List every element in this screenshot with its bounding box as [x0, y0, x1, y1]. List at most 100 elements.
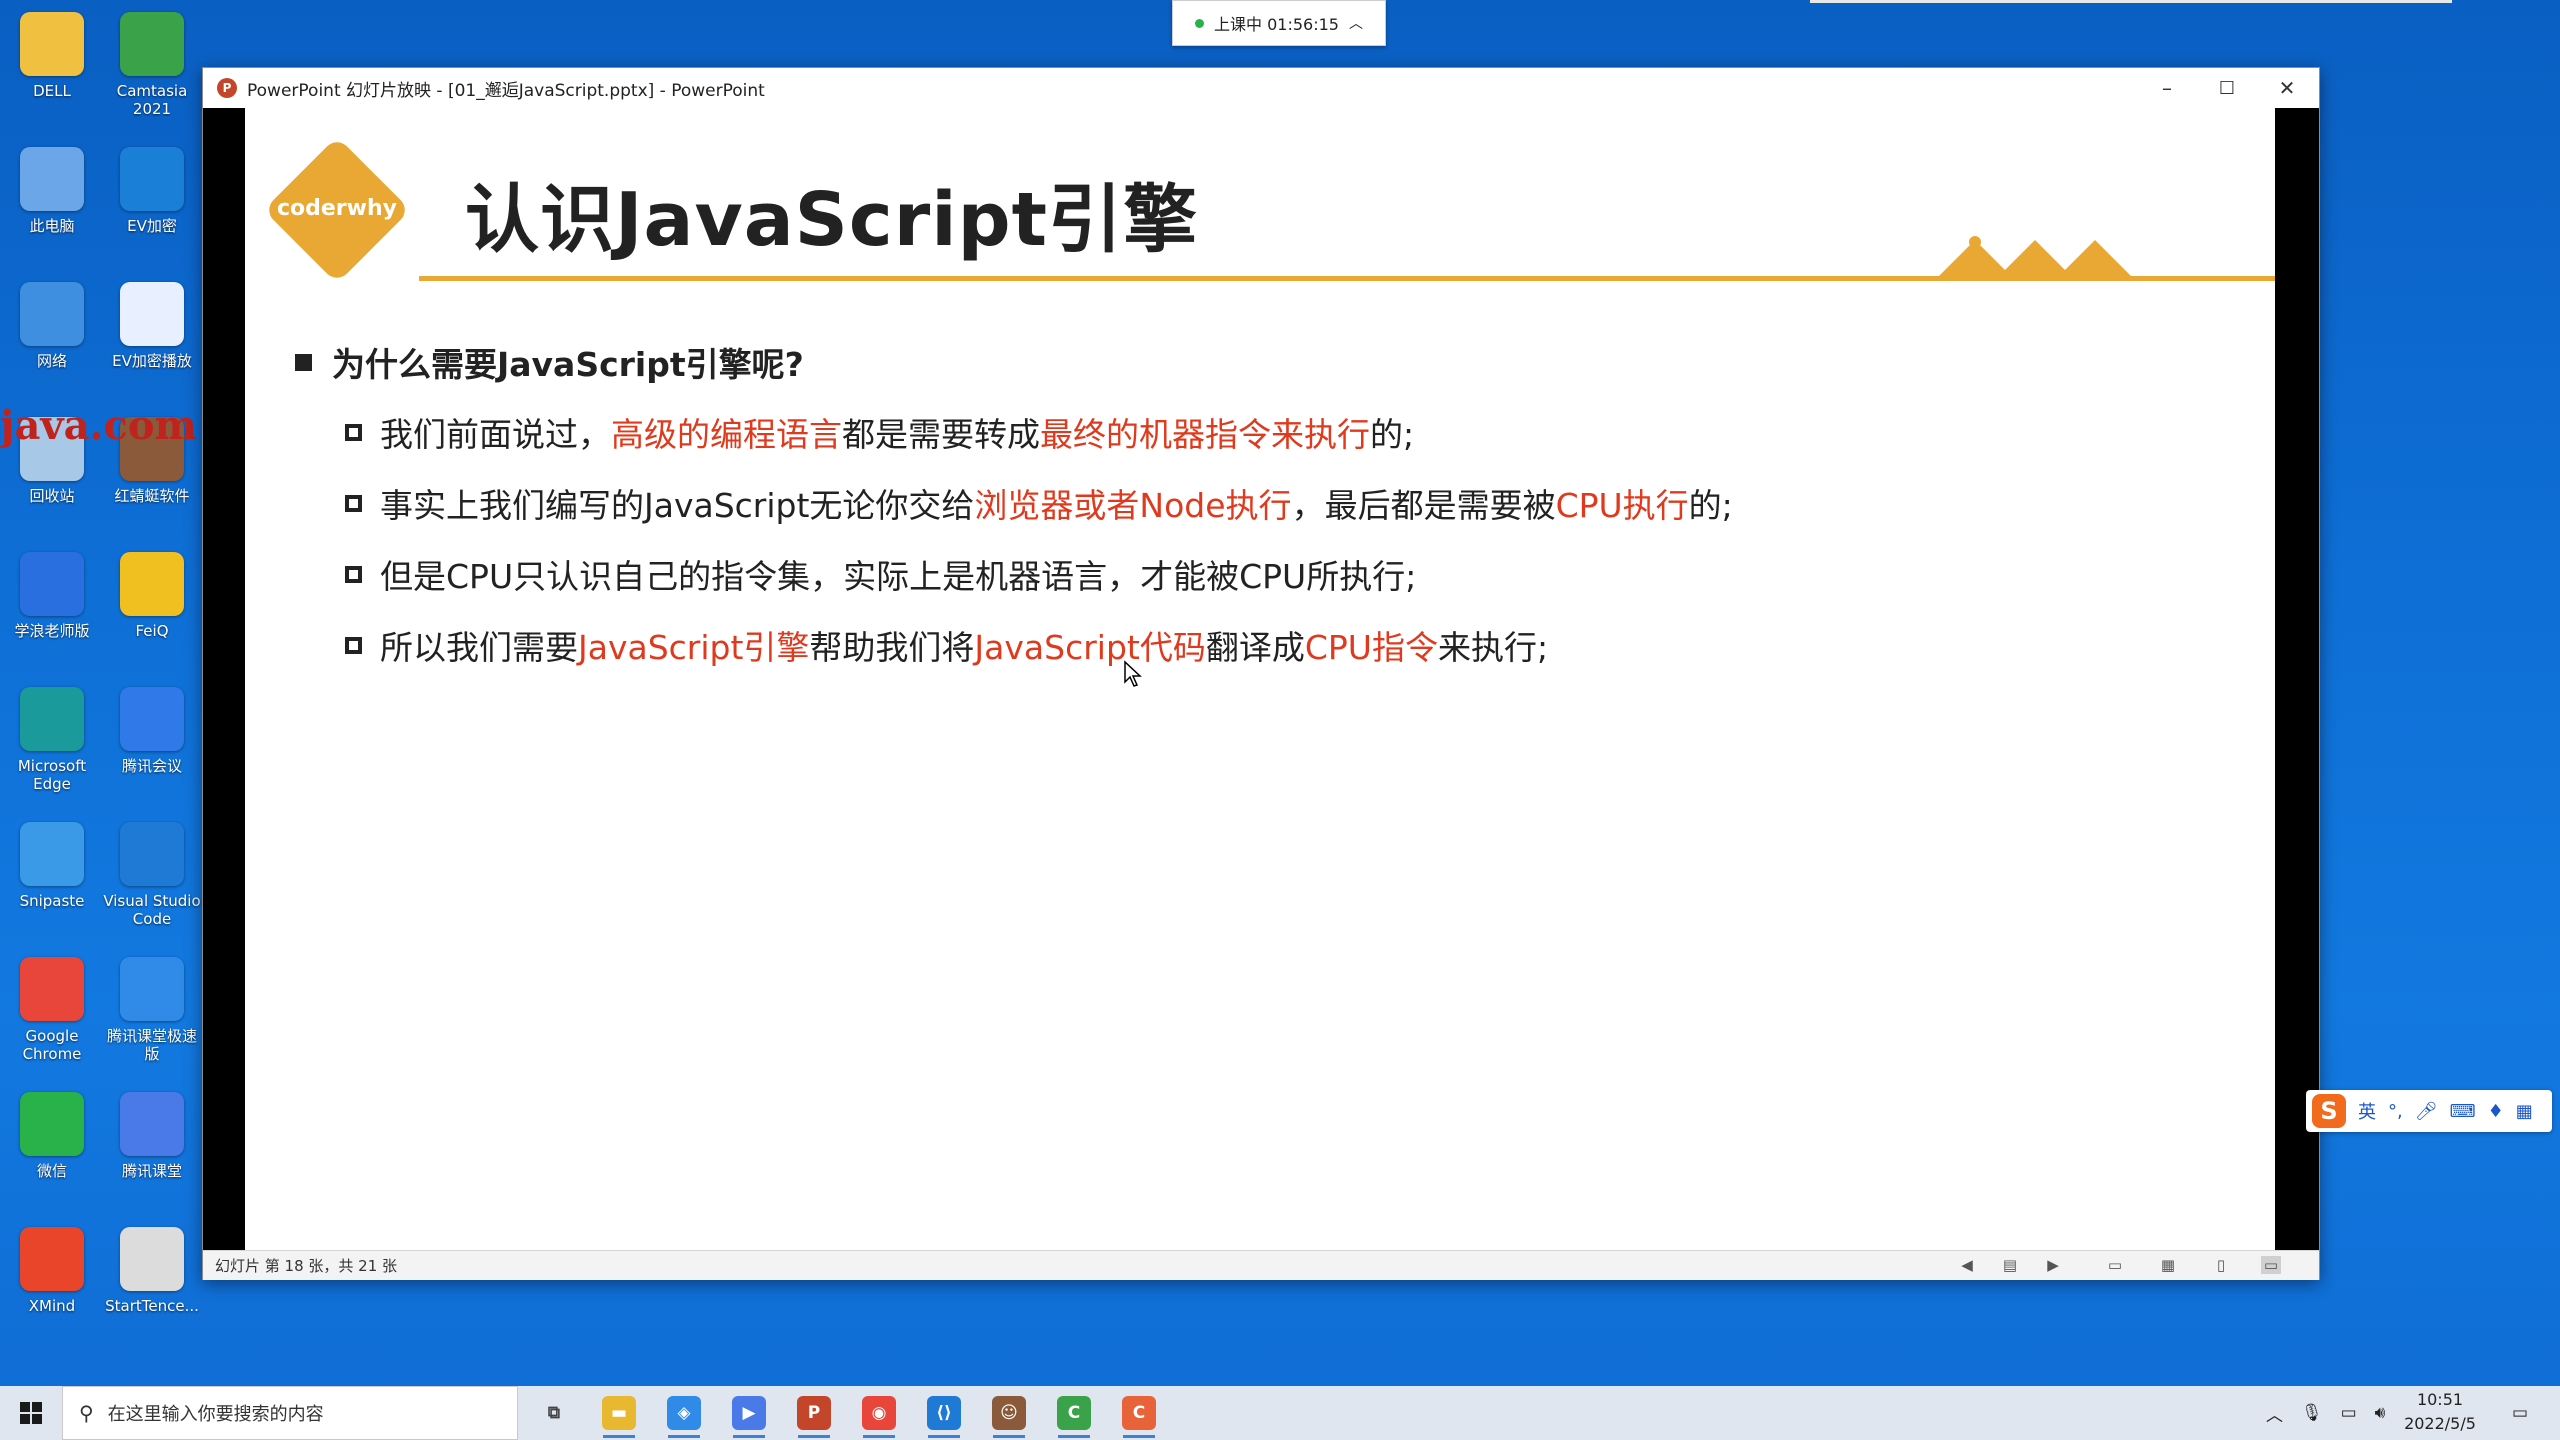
- bullet-text: 来执行;: [1437, 628, 1549, 667]
- start-tencent-icon: [120, 1227, 184, 1291]
- desktop-shortcut[interactable]: 腾讯课堂: [100, 1084, 204, 1180]
- question-text: 为什么需要JavaScript引擎呢?: [332, 345, 804, 384]
- taskbar: ⚲ 在这里输入你要搜索的内容: [0, 1386, 2560, 1440]
- chrome-icon: ◉: [862, 1396, 896, 1430]
- toolbox-icon[interactable]: ▦: [2516, 1101, 2533, 1122]
- taskbar-app-camtasia-recorder[interactable]: C: [1117, 1391, 1161, 1438]
- taskbar-search-box[interactable]: ⚲ 在这里输入你要搜索的内容: [62, 1386, 518, 1440]
- window-titlebar[interactable]: P PowerPoint 幻灯片放映 - [01_邂逅JavaScript.pp…: [203, 68, 2319, 108]
- slide-canvas[interactable]: coderwhy 认识JavaScript引擎 为什么需要JavaScript引…: [245, 108, 2275, 1250]
- mountain-decoration-icon: [1935, 236, 2135, 280]
- desktop-shortcut[interactable]: EV加密: [100, 139, 204, 235]
- desktop-shortcut[interactable]: EV加密播放: [100, 274, 204, 370]
- tencent-meeting-icon: [120, 687, 184, 751]
- computer-icon: [20, 147, 84, 211]
- snipaste-icon: [20, 822, 84, 886]
- taskbar-app-camtasia[interactable]: C: [1052, 1391, 1096, 1438]
- file-explorer-icon: ▬: [602, 1396, 636, 1430]
- desktop-shortcut-label: DELL: [33, 82, 71, 100]
- hollow-square-bullet-icon: [345, 423, 362, 441]
- next-slide-icon[interactable]: ▶: [2043, 1256, 2063, 1274]
- close-button[interactable]: ✕: [2257, 68, 2317, 108]
- taskbar-app-chrome[interactable]: ◉: [857, 1391, 901, 1438]
- desktop-shortcut[interactable]: 腾讯课堂极速版: [100, 949, 204, 1063]
- taskbar-clock[interactable]: 10:51 2022/5/5: [2380, 1388, 2500, 1436]
- slide-title: 认识JavaScript引擎: [465, 177, 1199, 263]
- taskbar-app-powerpoint[interactable]: P: [792, 1391, 836, 1438]
- feiq-icon: [120, 552, 184, 616]
- slide-sorter-icon[interactable]: ▦: [2158, 1256, 2178, 1274]
- desktop-shortcut-label: 学浪老师版: [14, 622, 90, 640]
- minimize-button[interactable]: –: [2137, 68, 2197, 108]
- bullet-text: 的;: [1688, 486, 1733, 525]
- status-bar: 幻灯片 第 18 张，共 21 张 ◀ ▤ ▶ ▭ ▦ ▯ ▭: [203, 1250, 2319, 1280]
- desktop-shortcut[interactable]: Camtasia 2021: [100, 4, 204, 118]
- desktop-shortcut-label: 此电脑: [29, 217, 75, 235]
- taskbar-app-vscode[interactable]: ⟨⟩: [922, 1391, 966, 1438]
- desktop-shortcut[interactable]: Google Chrome: [0, 949, 104, 1063]
- ime-language[interactable]: 英: [2358, 1098, 2376, 1124]
- desktop-shortcut[interactable]: 腾讯会议: [100, 679, 204, 775]
- bullet-text: 翻译成: [1205, 628, 1305, 667]
- taskbar-app-file-explorer[interactable]: ▬: [597, 1391, 641, 1438]
- desktop-shortcut[interactable]: Visual Studio Code: [100, 814, 204, 928]
- desktop-shortcut[interactable]: FeiQ: [100, 544, 204, 640]
- desktop-shortcut-label: 红蜻蜓软件: [114, 487, 190, 505]
- hollow-square-bullet-icon: [345, 636, 362, 654]
- hollow-square-bullet-icon: [345, 494, 362, 512]
- taskbar-app-tencent-classroom[interactable]: ▶: [727, 1391, 771, 1438]
- keyboard-icon[interactable]: ⌨: [2450, 1101, 2476, 1122]
- slide-bullet: 但是CPU只认识自己的指令集，实际上是机器语言，才能被CPU所执行;: [345, 550, 1416, 598]
- microphone-icon[interactable]: 🎤︎: [2415, 1101, 2438, 1122]
- chevron-up-icon[interactable]: ︿: [1349, 13, 1363, 33]
- taskbar-app-tencent-classroom-fast[interactable]: ◈: [662, 1391, 706, 1438]
- windows-logo-icon: [20, 1402, 42, 1424]
- desktop-shortcut[interactable]: 微信: [0, 1084, 104, 1180]
- microphone-tray-icon[interactable]: 🎙︎: [2301, 1403, 2323, 1423]
- reading-view-icon[interactable]: ▯: [2211, 1256, 2231, 1274]
- slideshow-view-icon[interactable]: ▭: [2261, 1256, 2281, 1274]
- desktop-shortcut[interactable]: XMind: [0, 1219, 104, 1315]
- desktop-shortcut[interactable]: DELL: [0, 4, 104, 100]
- desktop-shortcut-label: Snipaste: [19, 892, 85, 910]
- tencent-classroom-fast-icon: ◈: [667, 1396, 701, 1430]
- search-placeholder: 在这里输入你要搜索的内容: [107, 1404, 324, 1425]
- ime-toolbar[interactable]: S 英 °, 🎤︎ ⌨ ♦ ▦: [2306, 1090, 2552, 1132]
- desktop-shortcut-label: 网络: [36, 352, 67, 370]
- bullet-text: 但是CPU只认识自己的指令集，实际上是机器语言，才能被CPU所执行;: [380, 557, 1417, 596]
- desktop-shortcut[interactable]: Microsoft Edge: [0, 679, 104, 793]
- normal-view-icon[interactable]: ▭: [2105, 1256, 2125, 1274]
- top-edge-bar: [1810, 0, 2452, 3]
- slide-menu-icon[interactable]: ▤: [2000, 1256, 2020, 1274]
- highlighted-text: JavaScript引擎: [578, 628, 810, 667]
- start-button[interactable]: [0, 1386, 62, 1440]
- ime-punctuation[interactable]: °,: [2388, 1101, 2403, 1122]
- desktop-shortcut[interactable]: 网络: [0, 274, 104, 370]
- network-tray-icon[interactable]: ▭: [2341, 1403, 2357, 1423]
- mouse-cursor-icon: [1124, 660, 1142, 687]
- taskbar-app-task-view[interactable]: ⧉: [532, 1391, 576, 1435]
- class-timer[interactable]: 上课中 01:56:15 ︿: [1172, 0, 1386, 46]
- desktop-shortcut[interactable]: 学浪老师版: [0, 544, 104, 640]
- window-title: PowerPoint 幻灯片放映 - [01_邂逅JavaScript.pptx…: [247, 80, 765, 101]
- slide-bullet: 事实上我们编写的JavaScript无论你交给 浏览器或者Node执行 ，最后都是需…: [345, 479, 1733, 527]
- desktop-shortcut[interactable]: Snipaste: [0, 814, 104, 910]
- maximize-button[interactable]: ☐: [2197, 68, 2257, 108]
- ev-shield-icon: [120, 147, 184, 211]
- skin-icon[interactable]: ♦: [2488, 1101, 2504, 1122]
- clock-date: 2022/5/5: [2404, 1414, 2476, 1433]
- powerpoint-icon: P: [217, 78, 237, 98]
- desktop-shortcut[interactable]: StartTence...: [100, 1219, 204, 1315]
- sogou-logo-icon[interactable]: S: [2312, 1094, 2346, 1128]
- taskbar-app-dragonfly[interactable]: ☺: [987, 1391, 1031, 1438]
- slide-counter: 幻灯片 第 18 张，共 21 张: [215, 1257, 398, 1275]
- camtasia-recorder-icon: C: [1122, 1396, 1156, 1430]
- desktop-shortcut-label: Google Chrome: [22, 1027, 82, 1063]
- show-hidden-icons-icon[interactable]: ︿: [2266, 1401, 2283, 1426]
- camtasia-icon: C: [1057, 1396, 1091, 1430]
- square-bullet-icon: [295, 353, 312, 371]
- previous-slide-icon[interactable]: ◀: [1957, 1256, 1977, 1274]
- desktop-shortcut[interactable]: 此电脑: [0, 139, 104, 235]
- notification-center-icon[interactable]: ▭: [2500, 1386, 2540, 1440]
- desktop-shortcut-label: Microsoft Edge: [17, 757, 87, 793]
